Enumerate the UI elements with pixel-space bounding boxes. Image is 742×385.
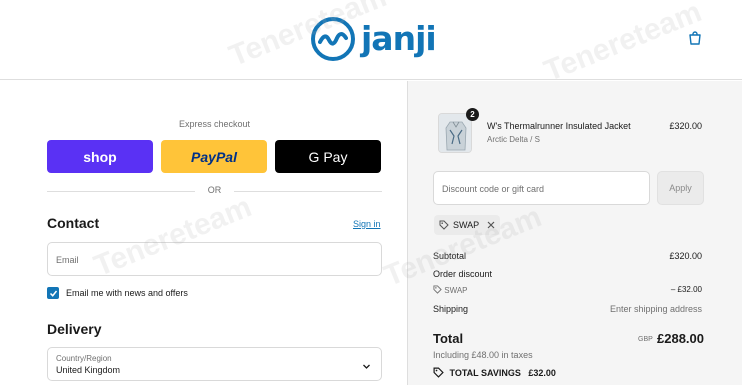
quantity-badge: 2 [466,108,479,121]
or-label: OR [207,185,222,195]
email-placeholder: Email [56,255,79,265]
discount-code-row: SWAP – £32.00 [433,285,702,295]
subtotal-row: Subtotal £320.00 [433,251,702,261]
discount-code-name: SWAP [444,286,468,295]
order-discount-label: Order discount [433,269,493,279]
checkmark-icon [49,290,57,297]
applied-code: SWAP [453,220,480,230]
chevron-down-icon [362,358,371,376]
discount-placeholder: Discount code or gift card [442,184,545,194]
shipping-value: Enter shipping address [609,304,702,314]
country-label: Country/Region [56,354,112,363]
delivery-heading: Delivery [47,321,102,337]
remove-discount-icon[interactable] [487,221,495,229]
taxes-note: Including £48.00 in taxes [433,350,533,360]
email-field[interactable]: Email [47,242,382,276]
brand-logo[interactable]: janji [311,17,437,61]
country-value: United Kingdom [56,365,121,375]
applied-discount-chip: SWAP [434,215,501,235]
brand-name: janji [361,19,437,58]
sign-in-link[interactable]: Sign in [353,219,381,229]
tag-icon [439,220,449,230]
marketing-label: Email me with news and offers [66,288,188,298]
shipping-row: Shipping Enter shipping address [433,304,702,314]
janji-wave-logo-icon [311,17,355,61]
subtotal-label: Subtotal [433,251,467,261]
google-pay-button[interactable]: G Pay [275,140,381,173]
discount-amount: – £32.00 [670,285,702,294]
apply-discount-button[interactable]: Apply [657,171,704,205]
currency-code: GBP [638,336,653,343]
discount-code-input[interactable]: Discount code or gift card [433,171,650,205]
shopping-bag-icon[interactable] [687,30,703,46]
contact-heading: Contact [47,215,100,231]
total-label: Total [433,331,464,346]
shop-pay-button[interactable]: shop [47,140,153,173]
paypal-button[interactable]: PayPal [161,140,267,173]
savings-value: £32.00 [528,368,556,378]
site-header: janji [0,0,742,80]
express-checkout-title: Express checkout [178,119,251,129]
tag-icon [433,367,444,378]
shop-pay-label: shop [83,148,117,165]
subtotal-value: £320.00 [669,251,702,261]
product-price: £320.00 [669,121,702,131]
divider-line [234,191,382,192]
google-pay-label: G Pay [308,148,348,165]
product-name: W's Thermalrunner Insulated Jacket [487,121,631,131]
savings-label: TOTAL SAVINGS [449,368,521,378]
marketing-checkbox[interactable] [47,287,59,299]
total-savings-row: TOTAL SAVINGS £32.00 [433,367,702,378]
product-variant: Arctic Delta / S [487,135,540,144]
or-divider: OR [47,185,382,197]
country-select[interactable]: Country/Region United Kingdom [47,347,382,381]
paypal-label: PayPal [191,148,237,165]
total-value: £288.00 [657,331,704,346]
order-discount-row: Order discount [433,269,702,279]
shipping-label: Shipping [433,304,469,314]
tag-icon [433,285,442,294]
